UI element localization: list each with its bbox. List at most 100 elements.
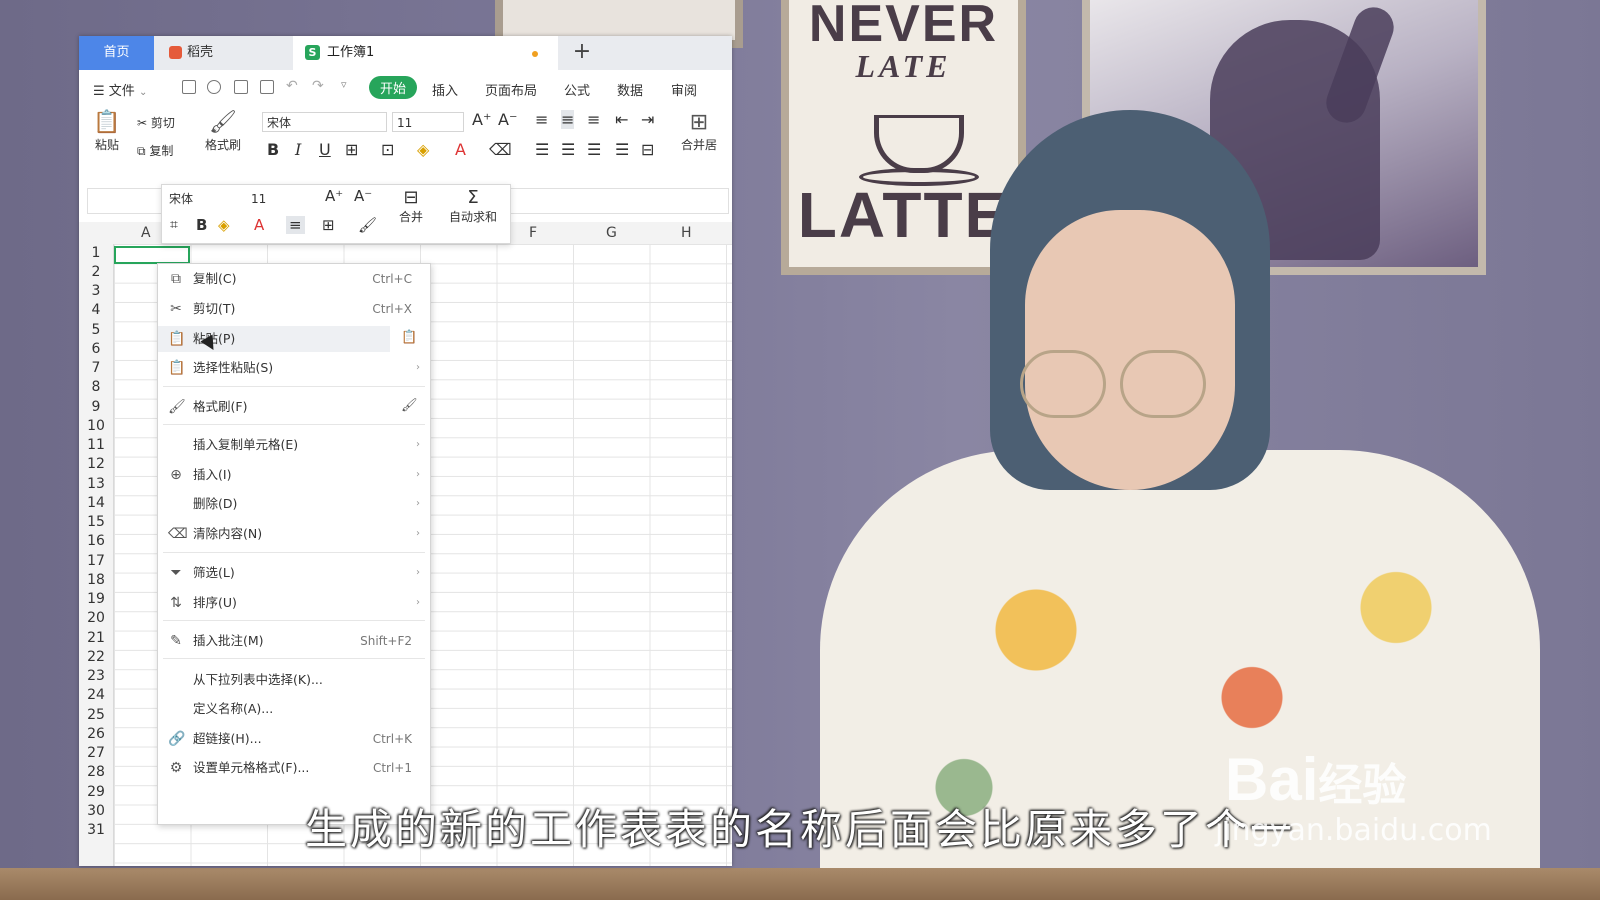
underline-icon[interactable]: U — [319, 140, 331, 159]
tab-home[interactable]: 首页 — [79, 36, 154, 70]
distributed-icon[interactable]: ⊟ — [641, 140, 654, 159]
cell-style-icon[interactable]: ⊡ — [381, 140, 394, 159]
copy-button[interactable]: ⧉ 复制 — [137, 142, 173, 159]
row-number[interactable]: 25 — [79, 707, 113, 723]
menu-item-insert-comment[interactable]: ✎ 插入批注(M) Shift+F2 — [158, 628, 430, 654]
col-header-h[interactable]: H — [681, 225, 692, 241]
align-right-icon[interactable]: ☰ — [587, 140, 601, 159]
redo-icon[interactable]: ↷ — [312, 78, 324, 94]
col-header-f[interactable]: F — [529, 225, 537, 241]
row-number[interactable]: 17 — [79, 553, 113, 569]
fill-color-icon[interactable]: ◈ — [417, 140, 429, 159]
mini-brush-icon[interactable]: 🖌 — [358, 216, 377, 234]
row-number[interactable]: 18 — [79, 572, 113, 588]
row-number[interactable]: 8 — [79, 379, 113, 395]
font-color-icon[interactable]: A — [455, 140, 466, 159]
align-bottom-icon[interactable]: ≡ — [587, 110, 600, 129]
menu-item-paste[interactable]: 📋 粘贴(P) — [158, 326, 390, 352]
row-number[interactable]: 13 — [79, 476, 113, 492]
undo-icon[interactable]: ↶ — [286, 78, 298, 94]
menu-item-hyperlink[interactable]: 🔗 超链接(H)... Ctrl+K — [158, 726, 430, 752]
menu-item-sort[interactable]: ⇅ 排序(U) › — [158, 590, 430, 616]
print-preview-icon[interactable] — [260, 80, 274, 94]
align-top-icon[interactable]: ≡ — [535, 110, 548, 129]
tab-formula[interactable]: 公式 — [564, 80, 590, 99]
italic-icon[interactable]: I — [295, 140, 301, 159]
row-number[interactable]: 26 — [79, 726, 113, 742]
row-number[interactable]: 12 — [79, 456, 113, 472]
file-menu[interactable]: ☰ 文件 ⌄ — [93, 80, 147, 99]
row-number[interactable]: 7 — [79, 360, 113, 376]
tab-docer[interactable]: 稻壳 — [157, 36, 287, 70]
eraser-icon[interactable]: ⌫ — [489, 140, 512, 159]
menu-item-insert-copied-cells[interactable]: 插入复制单元格(E) › — [158, 432, 430, 458]
row-number[interactable]: 16 — [79, 533, 113, 549]
row-number[interactable]: 3 — [79, 283, 113, 299]
row-number[interactable]: 21 — [79, 630, 113, 646]
tab-data[interactable]: 数据 — [617, 80, 643, 99]
mini-autosum-button[interactable]: Σ 自动求和 — [440, 187, 506, 225]
menu-item-define-name[interactable]: 定义名称(A)... — [158, 696, 430, 722]
menu-item-format-painter[interactable]: 🖌 格式刷(F) — [158, 394, 430, 420]
paste-values-icon[interactable]: 📋 — [401, 330, 417, 345]
row-number[interactable]: 6 — [79, 341, 113, 357]
row-number[interactable]: 19 — [79, 591, 113, 607]
format-painter-button[interactable]: 🖌 格式刷 — [202, 110, 244, 153]
row-number[interactable]: 27 — [79, 745, 113, 761]
new-tab-button[interactable]: + — [567, 36, 597, 70]
print-icon[interactable] — [234, 80, 248, 94]
align-center-icon[interactable]: ☰ — [561, 140, 575, 159]
menu-item-cut[interactable]: ✂ 剪切(T) Ctrl+X — [158, 296, 430, 322]
quick-access-dropdown-icon[interactable]: ▿ — [341, 78, 347, 91]
menu-item-insert[interactable]: ⊕ 插入(I) › — [158, 462, 430, 488]
menu-item-pick-from-list[interactable]: 从下拉列表中选择(K)... — [158, 667, 430, 693]
mini-align-icon[interactable]: ≡ — [286, 216, 305, 234]
align-left-icon[interactable]: ☰ — [535, 140, 549, 159]
row-number[interactable]: 24 — [79, 687, 113, 703]
menu-item-clear-contents[interactable]: ⌫ 清除内容(N) › — [158, 521, 430, 547]
row-number[interactable]: 14 — [79, 495, 113, 511]
font-grow-icon[interactable]: A⁺ — [472, 110, 491, 129]
row-number[interactable]: 20 — [79, 610, 113, 626]
row-number[interactable]: 11 — [79, 437, 113, 453]
cut-button[interactable]: ✂ 剪切 — [137, 114, 175, 131]
row-number[interactable]: 15 — [79, 514, 113, 530]
mini-wrap-icon[interactable]: ⌗ — [170, 217, 178, 233]
mini-font-color-icon[interactable]: A — [254, 216, 264, 234]
font-shrink-icon[interactable]: A⁻ — [498, 110, 517, 129]
col-header-g[interactable]: G — [606, 225, 617, 241]
font-size-select[interactable]: 11 — [392, 112, 464, 132]
font-family-select[interactable]: 宋体 — [262, 112, 387, 132]
mini-font-shrink-icon[interactable]: A⁻ — [354, 187, 372, 205]
mini-font-select[interactable]: 宋体 — [166, 190, 245, 208]
merge-center-button[interactable]: ⊞ 合并居 — [677, 110, 721, 153]
tab-start[interactable]: 开始 — [369, 76, 418, 99]
align-middle-icon[interactable]: ≡ — [561, 110, 575, 129]
tab-workbook[interactable]: S 工作簿1 — [293, 36, 558, 70]
menu-item-copy[interactable]: ⧉ 复制(C) Ctrl+C — [158, 266, 430, 292]
paste-button[interactable]: 📋 粘贴 — [89, 110, 125, 153]
menu-item-format-cells[interactable]: ⚙ 设置单元格格式(F)... Ctrl+1 — [158, 755, 430, 781]
menu-item-paste-special[interactable]: 📋 选择性粘贴(S) › — [158, 355, 430, 381]
format-painter-quick-icon[interactable] — [207, 80, 221, 94]
indent-decrease-icon[interactable]: ⇤ — [615, 110, 628, 129]
selected-cell-a1[interactable] — [114, 246, 190, 264]
justify-icon[interactable]: ☰ — [615, 140, 629, 159]
bold-icon[interactable]: B — [267, 140, 279, 159]
mini-bold-icon[interactable]: B — [196, 216, 207, 234]
save-icon[interactable] — [182, 80, 196, 94]
format-painter-side-icon[interactable]: 🖌 — [401, 398, 418, 413]
row-number[interactable]: 1 — [79, 245, 113, 261]
row-number[interactable]: 2 — [79, 264, 113, 280]
row-number[interactable]: 28 — [79, 764, 113, 780]
tab-page-layout[interactable]: 页面布局 — [485, 80, 537, 99]
mini-size-select[interactable]: 11 — [248, 190, 319, 208]
row-number[interactable]: 10 — [79, 418, 113, 434]
menu-item-filter[interactable]: ⏷ 筛选(L) › — [158, 560, 430, 586]
row-number[interactable]: 23 — [79, 668, 113, 684]
row-number[interactable]: 4 — [79, 302, 113, 318]
row-number[interactable]: 9 — [79, 399, 113, 415]
col-header-a[interactable]: A — [141, 225, 151, 241]
tab-review[interactable]: 审阅 — [671, 80, 697, 99]
border-icon[interactable]: ⊞ — [345, 140, 358, 159]
